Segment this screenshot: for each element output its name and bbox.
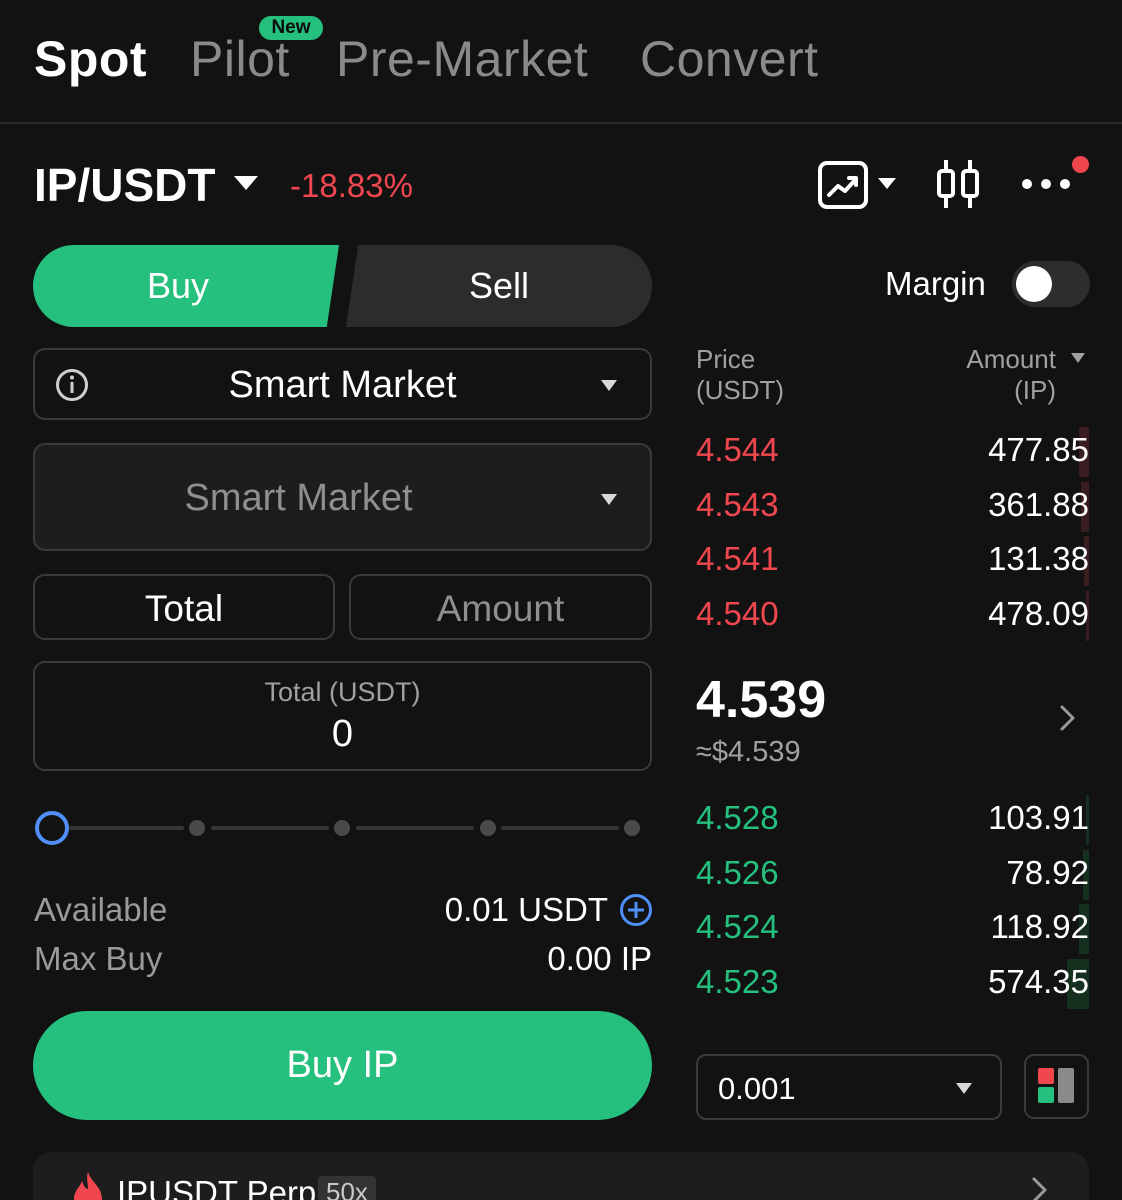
ask-row[interactable]: 4.541 131.38 bbox=[696, 536, 1089, 586]
price-field-label: Smart Market bbox=[184, 477, 413, 519]
bid-price: 4.524 bbox=[696, 908, 779, 945]
last-price: 4.539 bbox=[696, 671, 827, 729]
orderbook-price-header: Price (USDT) bbox=[696, 344, 784, 406]
chevron-right-icon[interactable] bbox=[1058, 704, 1078, 732]
chart-menu-caret-icon[interactable] bbox=[878, 178, 896, 189]
book-layout-button[interactable] bbox=[1024, 1054, 1089, 1119]
top-tab-bar: Spot Pilot New Pre-Market Convert bbox=[0, 0, 1122, 124]
max-buy-label: Max Buy bbox=[34, 940, 163, 977]
available-value: 0.01 USDT bbox=[444, 891, 608, 928]
new-badge: New bbox=[259, 16, 323, 40]
slider-step-75[interactable] bbox=[480, 820, 496, 836]
chevron-right-icon bbox=[1032, 1177, 1047, 1200]
precision-value: 0.001 bbox=[718, 1071, 796, 1106]
tab-pre-market[interactable]: Pre-Market bbox=[336, 30, 588, 88]
ask-price: 4.540 bbox=[696, 595, 779, 632]
slider-track bbox=[501, 826, 619, 830]
bid-row[interactable]: 4.523 574.35 bbox=[696, 959, 1089, 1009]
bid-price: 4.526 bbox=[696, 854, 779, 891]
ask-price: 4.544 bbox=[696, 431, 779, 468]
ask-amount: 478.09 bbox=[988, 595, 1089, 632]
slider-track bbox=[211, 826, 329, 830]
price-header-label: Price bbox=[696, 344, 756, 374]
ask-amount: 361.88 bbox=[988, 486, 1089, 523]
price-header-unit: (USDT) bbox=[696, 375, 785, 405]
price-field[interactable]: Smart Market bbox=[33, 443, 652, 551]
chevron-down-icon bbox=[601, 494, 617, 505]
ask-row[interactable]: 4.544 477.85 bbox=[696, 427, 1089, 477]
amount-unit-caret-icon[interactable] bbox=[1071, 353, 1085, 363]
amount-slider[interactable] bbox=[33, 808, 652, 848]
buy-tab-button[interactable]: Buy bbox=[33, 245, 339, 327]
chart-icon[interactable] bbox=[818, 161, 868, 209]
book-layout-icon bbox=[1038, 1068, 1074, 1103]
caret-down-icon[interactable] bbox=[234, 176, 258, 190]
tab-spot[interactable]: Spot bbox=[34, 30, 147, 88]
tab-convert[interactable]: Convert bbox=[640, 30, 819, 88]
slider-step-50[interactable] bbox=[334, 820, 350, 836]
available-label: Available bbox=[34, 891, 168, 928]
bid-price: 4.528 bbox=[696, 799, 779, 836]
total-input[interactable]: Total (USDT) 0 bbox=[33, 661, 652, 771]
sell-tab-label: Sell bbox=[468, 265, 530, 306]
fire-icon bbox=[74, 1172, 102, 1200]
more-icon[interactable] bbox=[1020, 172, 1072, 196]
slider-step-25[interactable] bbox=[189, 820, 205, 836]
margin-toggle[interactable] bbox=[1012, 261, 1090, 307]
add-funds-icon[interactable] bbox=[619, 893, 653, 927]
ask-price: 4.543 bbox=[696, 486, 779, 523]
ask-row[interactable]: 4.540 478.09 bbox=[696, 591, 1089, 641]
buy-ip-button[interactable]: Buy IP bbox=[33, 1011, 652, 1120]
chevron-down-icon bbox=[601, 380, 617, 391]
bid-amount: 118.92 bbox=[990, 908, 1089, 945]
leverage-badge: 50x bbox=[318, 1176, 376, 1200]
slider-track bbox=[356, 826, 474, 830]
notification-dot bbox=[1072, 156, 1089, 173]
order-type-select[interactable]: Smart Market bbox=[33, 348, 652, 420]
bid-price: 4.523 bbox=[696, 963, 779, 1000]
order-type-label: Smart Market bbox=[228, 364, 457, 406]
perp-promo-card[interactable]: IPUSDT Perp 50x bbox=[33, 1152, 1089, 1200]
amount-header-label: Amount bbox=[966, 344, 1056, 374]
pair-change-percent: -18.83% bbox=[290, 167, 413, 204]
chevron-down-icon bbox=[956, 1083, 972, 1094]
buy-tab-label: Buy bbox=[146, 265, 210, 306]
bid-amount: 78.92 bbox=[1006, 854, 1089, 891]
bid-row[interactable]: 4.524 118.92 bbox=[696, 904, 1089, 954]
slider-thumb[interactable] bbox=[35, 811, 69, 845]
bid-row[interactable]: 4.528 103.91 bbox=[696, 795, 1089, 845]
ask-amount: 477.85 bbox=[988, 431, 1089, 468]
slider-step-100[interactable] bbox=[624, 820, 640, 836]
total-input-label: Total (USDT) bbox=[264, 677, 421, 707]
price-precision-select[interactable]: 0.001 bbox=[696, 1054, 1002, 1120]
sell-tab-button[interactable]: Sell bbox=[346, 245, 652, 327]
margin-label: Margin bbox=[885, 265, 986, 302]
mode-total-button[interactable]: Total bbox=[33, 574, 335, 640]
orderbook-amount-header[interactable]: Amount (IP) bbox=[966, 344, 1056, 406]
bid-row[interactable]: 4.526 78.92 bbox=[696, 850, 1089, 900]
perp-label: IPUSDT Perp bbox=[117, 1174, 317, 1200]
max-buy-value: 0.00 IP bbox=[547, 940, 652, 977]
pair-selector[interactable]: IP/USDT bbox=[34, 158, 215, 212]
ask-price: 4.541 bbox=[696, 540, 779, 577]
mode-amount-button[interactable]: Amount bbox=[349, 574, 652, 640]
total-input-value: 0 bbox=[331, 713, 354, 755]
ask-row[interactable]: 4.543 361.88 bbox=[696, 482, 1089, 532]
candlestick-icon[interactable] bbox=[934, 158, 982, 210]
amount-header-unit: (IP) bbox=[1014, 375, 1056, 405]
ask-amount: 131.38 bbox=[988, 540, 1089, 577]
last-price-usd: ≈$4.539 bbox=[696, 736, 801, 768]
toggle-knob bbox=[1016, 266, 1052, 302]
bid-amount: 574.35 bbox=[988, 963, 1089, 1000]
bid-amount: 103.91 bbox=[988, 799, 1089, 836]
slider-track bbox=[69, 826, 184, 830]
